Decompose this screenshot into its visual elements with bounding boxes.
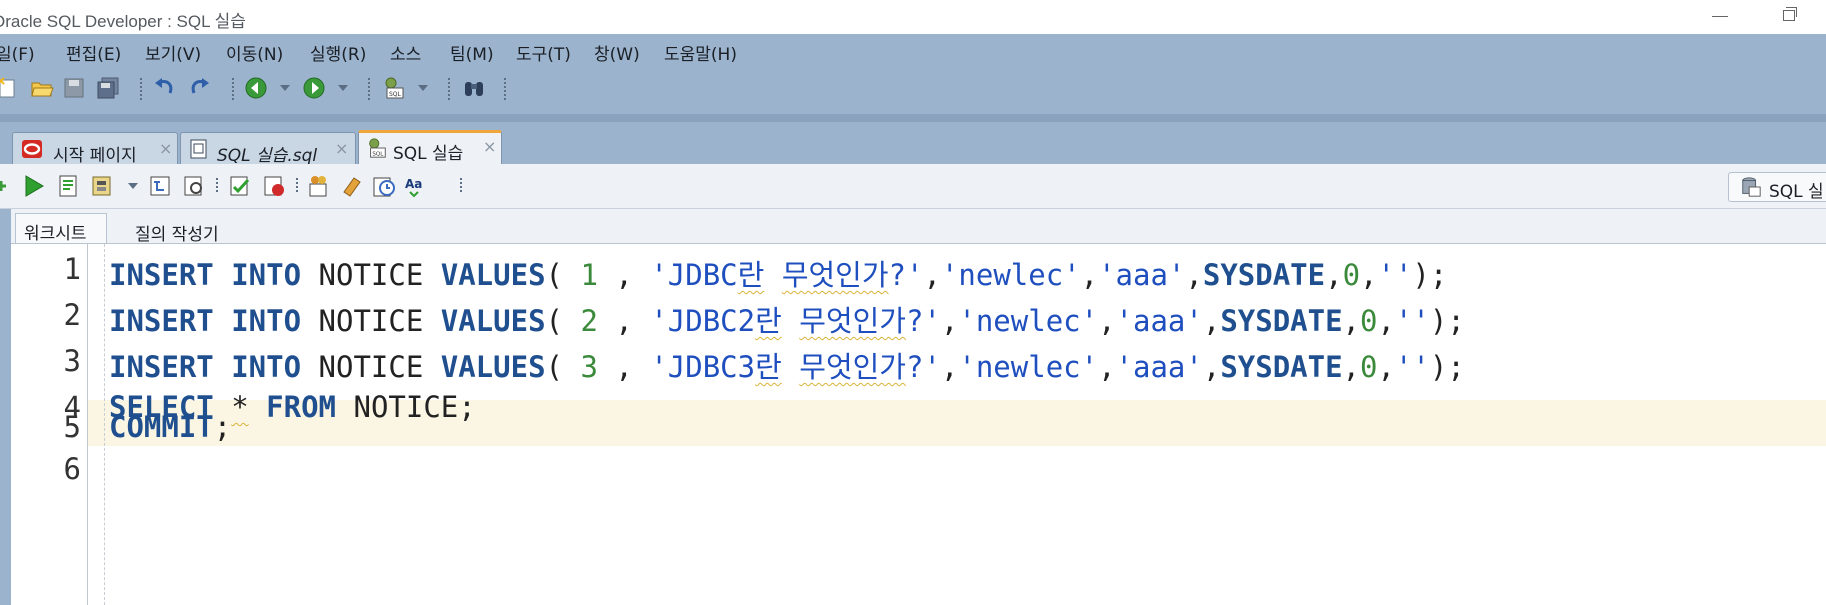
line-number: 5 (63, 410, 81, 444)
svg-text:SQL: SQL (372, 151, 384, 157)
undo-icon[interactable] (152, 76, 176, 100)
database-connection-icon (1742, 177, 1761, 197)
line-number: 2 (63, 298, 81, 332)
code-text[interactable]: COMMIT; (109, 410, 231, 444)
tab-start-page[interactable]: 시작 페이지 × (12, 132, 178, 166)
toolbar-separator (504, 78, 506, 100)
menu-file[interactable]: 일(F) (0, 40, 35, 65)
line-number: 6 (63, 452, 81, 486)
menu-view[interactable]: 보기(V) (145, 40, 201, 65)
menu-team[interactable]: 팀(M) (450, 40, 494, 65)
find-db-object-icon[interactable] (462, 76, 486, 100)
oracle-logo-icon (22, 140, 42, 158)
add-connection-icon[interactable] (0, 176, 8, 196)
restore-icon-front (1783, 10, 1795, 21)
back-dropdown-icon[interactable] (280, 85, 290, 91)
connection-selector[interactable]: SQL 실 (1728, 172, 1826, 202)
tab-label: 시작 페이지 (53, 146, 137, 166)
sql-tuning-icon[interactable] (182, 174, 206, 198)
commit-icon[interactable] (228, 174, 252, 198)
main-chrome: 일(F) 편집(E) 보기(V) 이동(N) 실행(R) 소스 팀(M) 도구(… (0, 34, 1826, 122)
sql-history-icon[interactable] (372, 174, 396, 198)
toolbar-separator (140, 78, 142, 100)
menu-edit[interactable]: 편집(E) (66, 40, 121, 65)
svg-text:Aa: Aa (405, 177, 422, 191)
to-upper-lower-icon[interactable]: Aa (404, 174, 428, 198)
toolbar-separator (232, 78, 234, 100)
back-nav-icon[interactable] (244, 76, 268, 100)
autotrace-icon[interactable] (90, 174, 114, 198)
left-panel-edge (0, 142, 11, 605)
restore-button[interactable] (1766, 0, 1812, 34)
autotrace-dropdown-icon[interactable] (128, 183, 138, 189)
subtab-worksheet[interactable]: 워크시트 (15, 213, 107, 244)
menu-navigate[interactable]: 이동(N) (226, 40, 283, 65)
redo-icon[interactable] (188, 76, 212, 100)
close-icon[interactable]: × (483, 137, 496, 156)
save-all-icon[interactable] (96, 76, 120, 100)
subtab-label: 질의 작성기 (135, 225, 219, 245)
save-icon[interactable] (62, 76, 86, 100)
code-text[interactable]: INSERT INTO NOTICE VALUES( 2 , 'JDBC2란 무… (109, 298, 1465, 340)
unshared-worksheet-icon[interactable] (306, 174, 330, 198)
main-toolbar: SQL (0, 76, 600, 104)
toolbar-separator (296, 178, 298, 194)
sql-file-icon (190, 139, 207, 159)
subtab-query-builder[interactable]: 질의 작성기 (111, 213, 221, 245)
sql-worksheet-icon[interactable]: SQL (382, 76, 406, 100)
menu-tools[interactable]: 도구(T) (516, 40, 571, 65)
close-icon[interactable]: × (335, 139, 348, 158)
run-script-icon[interactable] (56, 174, 80, 198)
menu-run[interactable]: 실행(R) (310, 40, 366, 65)
clear-eraser-icon[interactable] (340, 174, 364, 198)
line-number: 1 (63, 252, 81, 286)
sql-worksheet-icon: SQL (369, 138, 386, 158)
new-file-icon[interactable] (0, 76, 20, 100)
tab-label: SQL 실습.sql (217, 146, 318, 166)
forward-nav-icon[interactable] (302, 76, 326, 100)
menu-help[interactable]: 도움말(H) (664, 40, 737, 65)
worksheet-subtabs: 워크시트 질의 작성기 (11, 209, 1826, 245)
forward-dropdown-icon[interactable] (338, 85, 348, 91)
subtab-label: 워크시트 (24, 224, 87, 244)
tab-sql-worksheet[interactable]: SQL SQL 실습 × (358, 130, 502, 164)
toolbar-separator (460, 178, 462, 194)
tab-label: SQL 실습 (393, 144, 464, 164)
toolbar-separator (368, 78, 370, 100)
title-bar: Oracle SQL Developer : SQL 실습 (0, 0, 1826, 35)
menu-source[interactable]: 소스 (390, 40, 421, 65)
code-line-current[interactable]: 5 COMMIT; (11, 400, 1826, 444)
minimize-button[interactable] (1696, 0, 1742, 34)
minimize-icon (1712, 16, 1728, 17)
explain-plan-icon[interactable] (148, 174, 172, 198)
worksheet-toolbar: Aa SQL 실 (0, 164, 1826, 209)
sql-editor[interactable]: 1 INSERT INTO NOTICE VALUES( 1 , 'JDBC란 … (11, 244, 1826, 605)
run-statement-icon[interactable] (22, 174, 46, 198)
code-text[interactable]: INSERT INTO NOTICE VALUES( 3 , 'JDBC3란 무… (109, 344, 1465, 386)
open-folder-icon[interactable] (30, 76, 54, 100)
code-line[interactable]: 6 (11, 446, 1826, 500)
toolbar-separator (216, 178, 218, 194)
document-tabs: 시작 페이지 × SQL 실습.sql × SQL SQL 실습 × (0, 122, 1826, 166)
close-icon[interactable]: × (159, 139, 172, 158)
code-text[interactable]: INSERT INTO NOTICE VALUES( 1 , 'JDBC란 무엇… (109, 252, 1447, 294)
menu-window[interactable]: 창(W) (594, 40, 640, 65)
tab-sql-file[interactable]: SQL 실습.sql × (180, 132, 356, 166)
sql-worksheet-dropdown-icon[interactable] (418, 85, 428, 91)
connection-label: SQL 실 (1769, 182, 1824, 202)
window-title: Oracle SQL Developer : SQL 실습 (0, 12, 246, 31)
toolbar-separator (448, 78, 450, 100)
rollback-icon[interactable] (262, 174, 286, 198)
line-number: 3 (63, 344, 81, 378)
svg-text:SQL: SQL (389, 91, 402, 98)
